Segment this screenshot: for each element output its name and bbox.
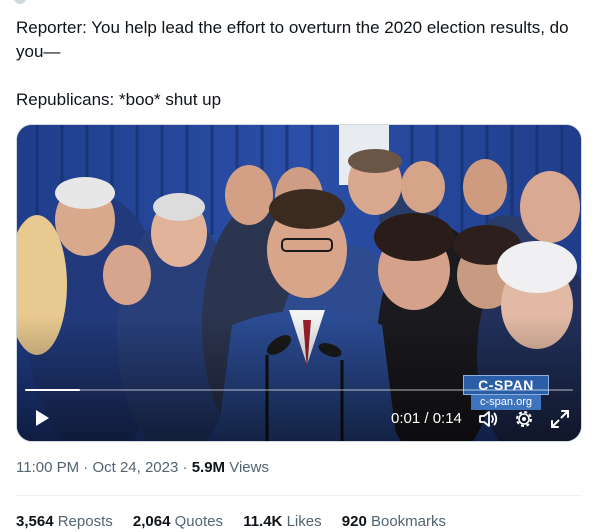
video-player[interactable]: C-SPAN c-span.org 0:01 / 0:14 (16, 124, 582, 442)
likes-count: 11.4K (243, 513, 283, 530)
quotes-count: 2,064 (132, 513, 171, 530)
tweet-metadata: 11:00 PM · Oct 24, 2023 · 5.9M Views (16, 458, 269, 478)
play-icon (36, 410, 49, 426)
bookmarks-count: 920 (341, 513, 367, 530)
likes-stat[interactable]: 11.4K Likes (243, 512, 321, 532)
cspan-logo: C-SPAN c-span.org (463, 375, 549, 411)
gear-icon (516, 411, 532, 427)
engagement-stats: 3,564 Reposts 2,064 Quotes 11.4K Likes 9… (16, 512, 462, 532)
volume-icon (479, 411, 498, 427)
bookmarks-label: Bookmarks (370, 513, 446, 530)
meta-separator: · (182, 459, 188, 476)
video-timecode: 0:01 / 0:14 (391, 410, 462, 427)
fullscreen-button[interactable] (549, 408, 571, 430)
play-button[interactable] (31, 407, 53, 429)
fullscreen-icon (551, 410, 569, 428)
bookmarks-stat[interactable]: 920 Bookmarks (342, 512, 446, 532)
settings-button[interactable] (513, 408, 535, 430)
volume-button[interactable] (477, 408, 499, 430)
views-count: 5.9M (191, 459, 226, 476)
tweet-date[interactable]: Oct 24, 2023 (92, 459, 178, 476)
tweet-text: Reporter: You help lead the effort to ov… (16, 16, 582, 112)
tweet-text-line: Reporter: You help lead the effort to ov… (16, 18, 569, 61)
views-label: Views (229, 459, 269, 476)
tweet-text-line: Republicans: *boo* shut up (16, 90, 222, 109)
quotes-stat[interactable]: 2,064 Quotes (133, 512, 223, 532)
reposts-count: 3,564 (16, 513, 54, 530)
reposts-stat[interactable]: 3,564 Reposts (16, 512, 113, 532)
quotes-label: Quotes (174, 513, 224, 530)
cspan-logo-title: C-SPAN (463, 375, 549, 395)
divider (16, 495, 582, 496)
meta-separator: · (83, 459, 89, 476)
likes-label: Likes (286, 513, 322, 530)
previous-avatar-sliver (0, 0, 598, 4)
video-progress-fill (25, 389, 80, 391)
reposts-label: Reposts (57, 513, 113, 530)
tweet-time[interactable]: 11:00 PM (16, 459, 79, 476)
video-progress-bar[interactable] (25, 389, 573, 391)
